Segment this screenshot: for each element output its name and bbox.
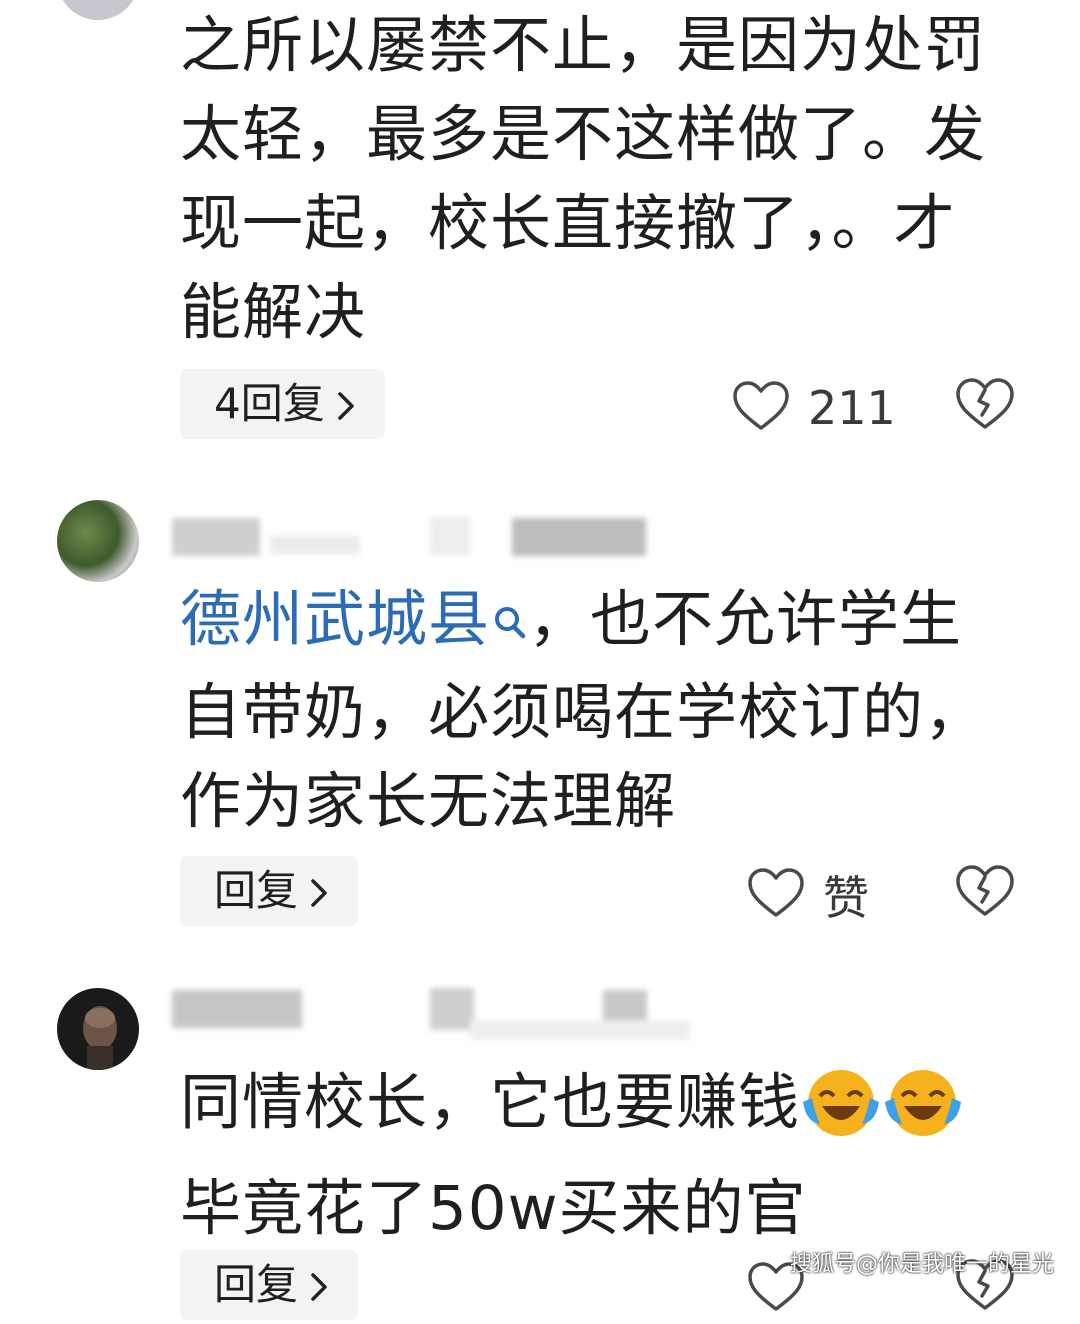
broken-heart-icon [955,865,1015,922]
chevron-right-icon [337,372,355,442]
comment-text: 德州武城县 ，也不允许学生自带奶，必须喝在学校订的，作为家长无法理解 [180,575,1010,846]
reply-label: 回复 [214,866,299,915]
laugh-cry-emoji-icon [882,1066,964,1164]
comment-text-line1: 同情校长，它也要赚钱 [180,1067,801,1138]
comment-text-line2: 毕竟花了50w买来的官 [180,1173,807,1244]
reply-button[interactable]: 回复 [180,856,359,929]
dislike-button[interactable] [955,864,1015,922]
search-icon[interactable] [492,579,528,668]
like-button[interactable]: 211 [732,373,896,443]
dislike-button[interactable] [955,377,1015,435]
broken-heart-icon [955,378,1015,435]
reply-label: 4回复 [214,379,325,428]
chevron-right-icon [310,1253,328,1323]
avatar[interactable] [57,500,139,582]
heart-icon [732,380,790,436]
watermark: 搜狐号@你是我唯一的星光 [789,1252,1054,1277]
broken-heart-icon [955,1259,1015,1316]
comment-text: 同情校长，它也要赚钱 毕竟花了50w买来的官 [180,1058,1010,1253]
like-label: 赞 [823,871,869,925]
reply-label: 回复 [214,1260,299,1309]
location-mention-link[interactable]: 德州武城县 [180,584,490,655]
comment-text: 之所以屡禁不止，是因为处罚太轻，最多是不这样做了。发现一起，校长直接撤了，。才能… [180,10,987,348]
like-button[interactable]: 赞 [747,860,869,930]
chevron-right-icon [310,859,328,929]
avatar[interactable] [57,988,139,1070]
laugh-cry-emoji-icon [800,1066,882,1164]
reply-button[interactable]: 4回复 [180,369,385,439]
like-count: 211 [808,381,896,435]
avatar[interactable] [57,0,139,20]
reply-button[interactable]: 回复 [180,1250,359,1323]
heart-icon [747,867,805,923]
